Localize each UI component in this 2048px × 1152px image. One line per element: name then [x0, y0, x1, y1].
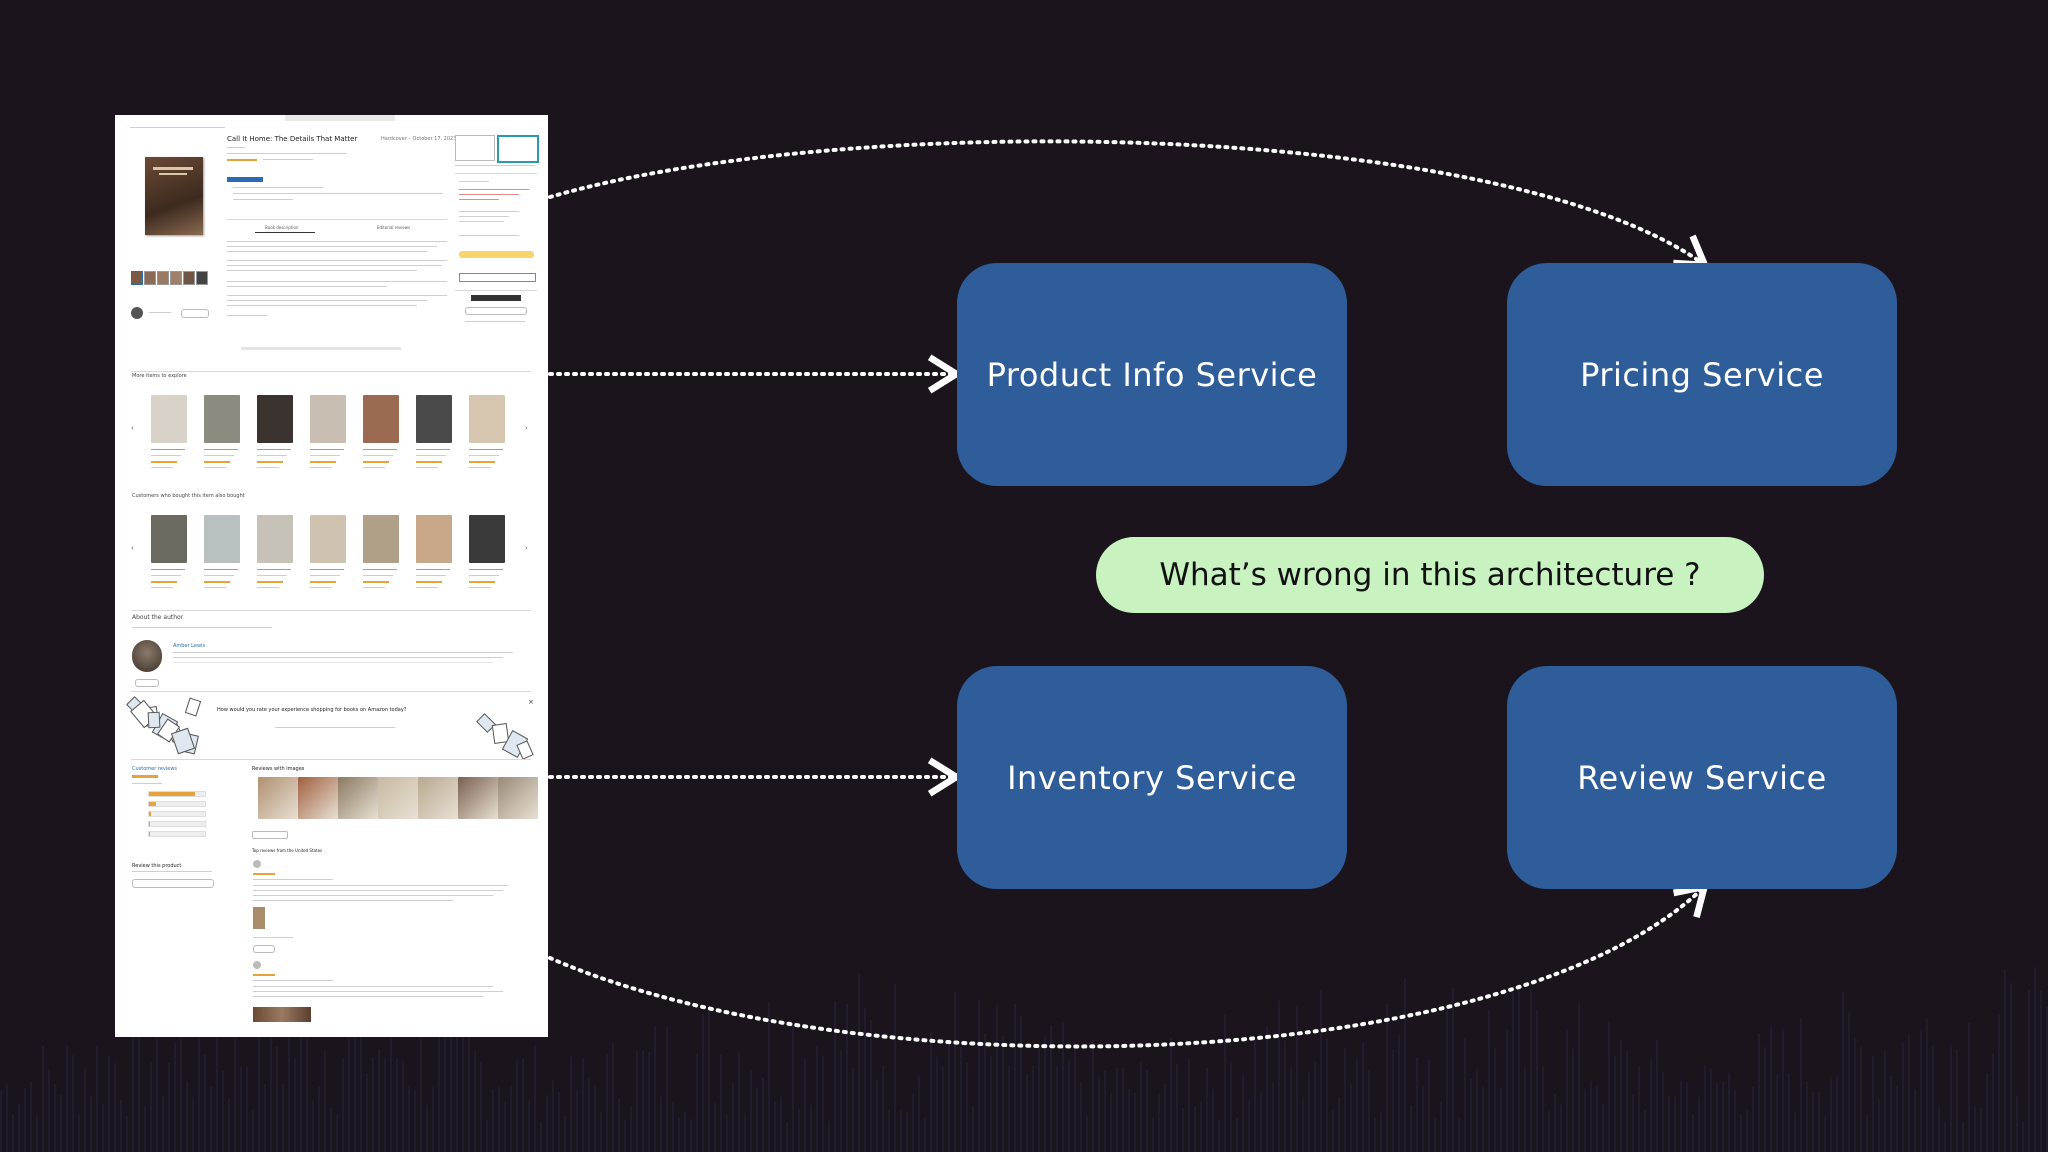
pricing-service-label: Pricing Service	[1580, 355, 1824, 394]
arrow-to-pricing-service	[548, 139, 1710, 269]
architecture-question-text: What’s wrong in this architecture ?	[1159, 557, 1701, 593]
inventory-service-label: Inventory Service	[1007, 758, 1297, 797]
pricing-service-box: Pricing Service	[1507, 263, 1897, 486]
product-info-service-label: Product Info Service	[986, 355, 1318, 394]
review-service-box: Review Service	[1507, 666, 1897, 889]
review-service-label: Review Service	[1577, 758, 1827, 797]
product-info-service-box: Product Info Service	[957, 263, 1347, 486]
architecture-question-pill: What’s wrong in this architecture ?	[1096, 537, 1764, 613]
inventory-service-box: Inventory Service	[957, 666, 1347, 889]
arrow-to-review-service	[548, 882, 1710, 1049]
